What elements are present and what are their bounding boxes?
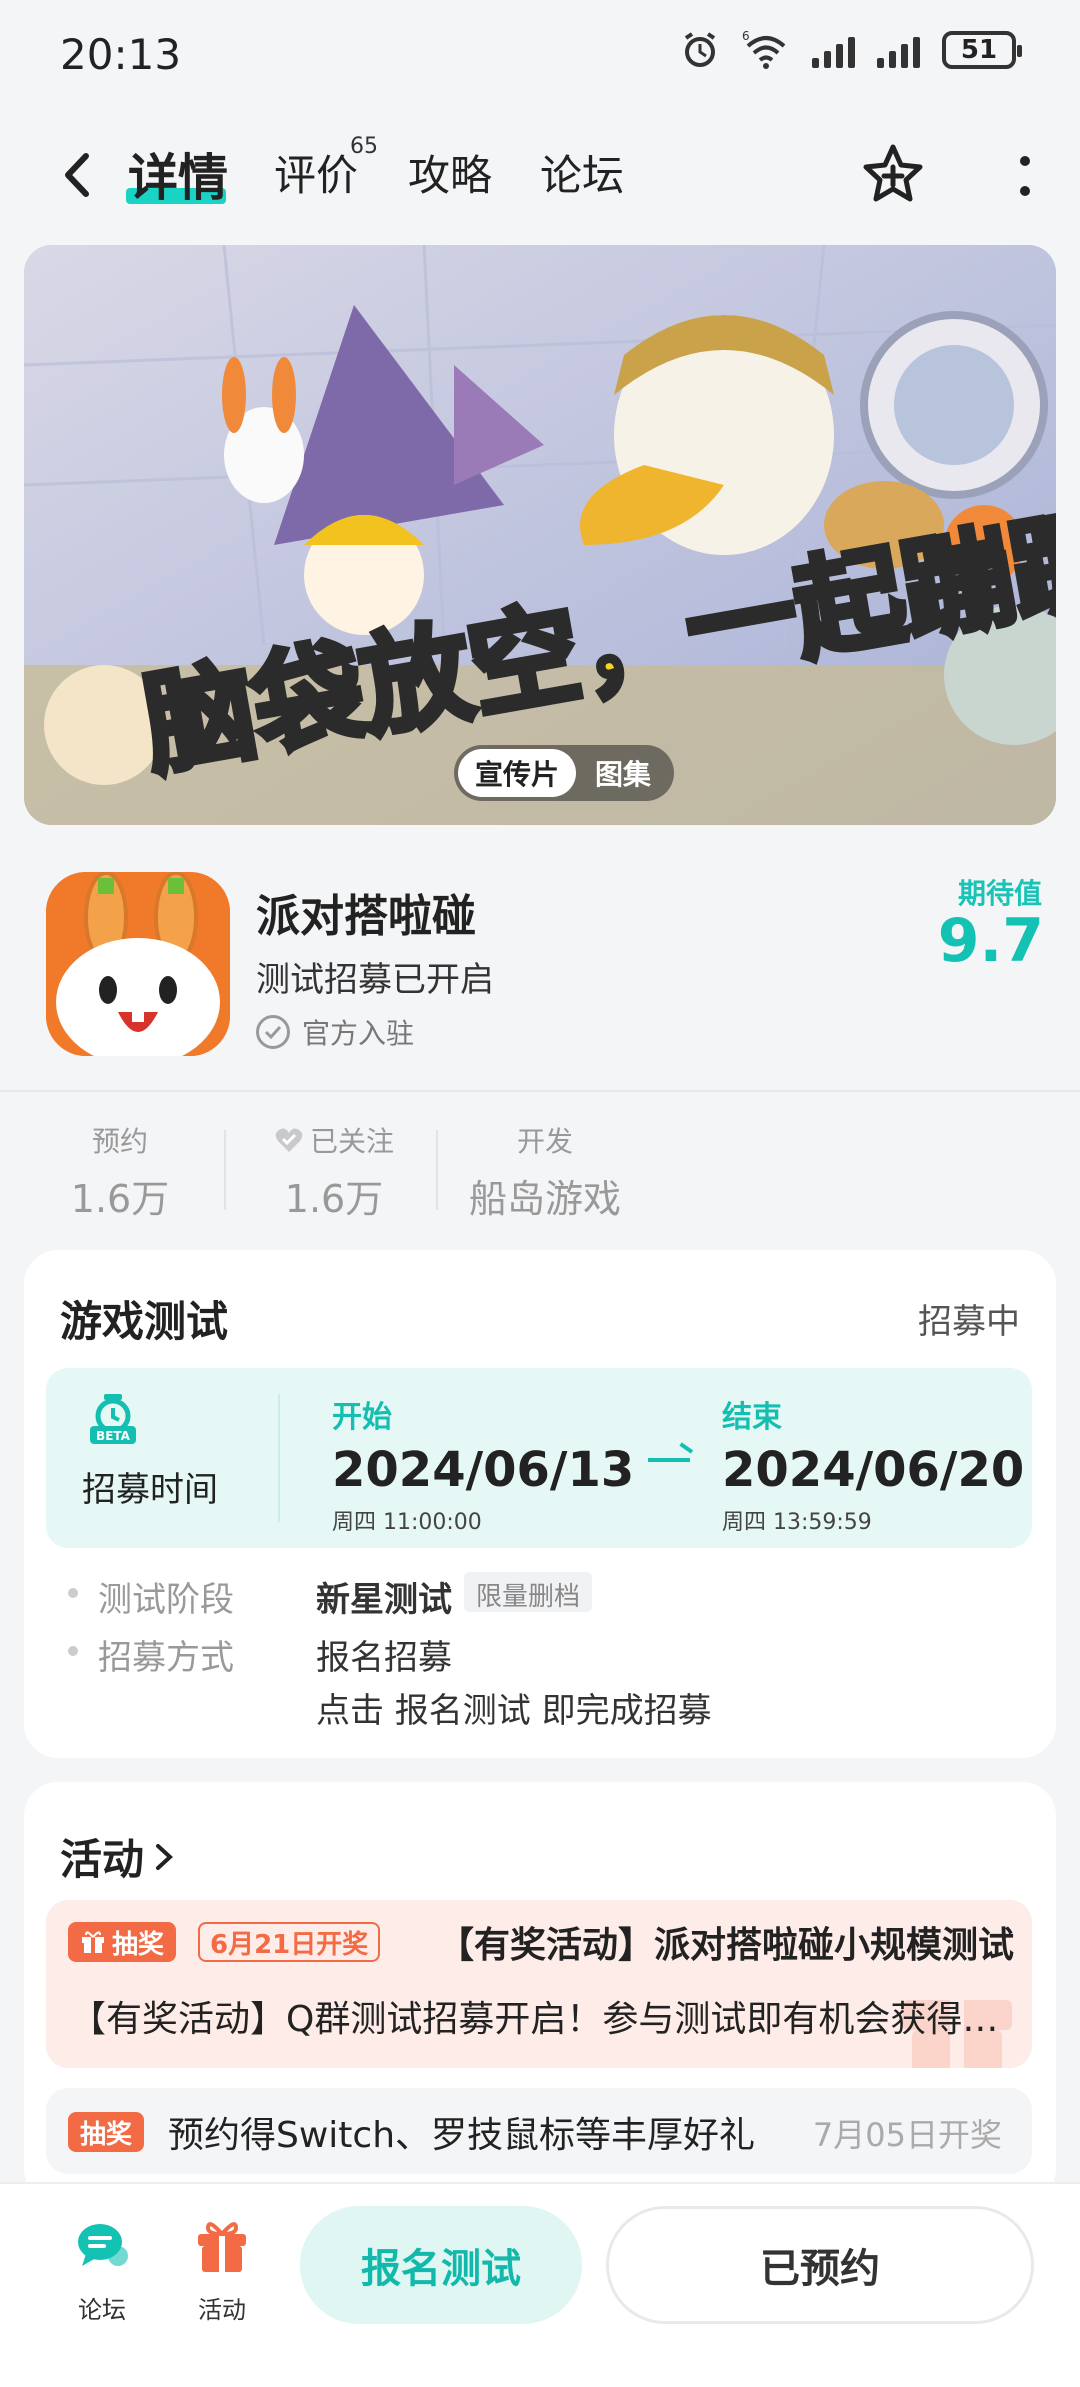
activity-headline: 【有奖活动】派对搭啦碰小规模测试 <box>438 1925 1015 1966</box>
arrow-icon <box>648 1458 690 1462</box>
game-stats: 预约 1.6万 已关注 1.6万 开发 船岛游戏 <box>0 1110 1080 1230</box>
activity-title: 活动 <box>60 1835 145 1884</box>
recruit-separator <box>278 1394 280 1522</box>
start-time: 周四 11:00:00 <box>332 1510 482 1535</box>
stat-separator <box>224 1130 226 1210</box>
stat-separator <box>436 1130 438 1210</box>
stat-developer[interactable]: 开发 船岛游戏 <box>460 1120 630 1223</box>
end-date-block: 结束 2024/06/20 周四 13:59:59 <box>722 1392 1024 1536</box>
recruit-status: 招募中 <box>918 1302 1020 1342</box>
test-stage-row: 测试阶段 新星测试 限量删档 <box>68 1572 593 1621</box>
chevron-right-icon <box>156 1843 173 1870</box>
game-subtitle: 测试招募已开启 <box>256 960 494 1000</box>
back-icon[interactable] <box>56 150 96 200</box>
end-label: 结束 <box>722 1400 782 1435</box>
game-test-card: 游戏测试 招募中 BETA 招募时间 开始 2024/06/13 周四 11:0… <box>24 1250 1056 1758</box>
game-info: 派对搭啦碰 测试招募已开启 官方入驻 期待值 9.7 <box>0 860 1080 1090</box>
stage-value: 新星测试 <box>316 1580 452 1620</box>
test-card-title: 游戏测试 <box>60 1297 229 1346</box>
activity-text: 预约得Switch、罗技鼠标等丰厚好礼 <box>168 2115 756 2156</box>
battery-indicator: 51 <box>942 31 1022 69</box>
chat-bubble-icon <box>78 2224 128 2266</box>
official-badge: 官方入驻 <box>256 1012 414 1052</box>
bunny-logo-icon <box>46 872 230 1056</box>
start-date: 2024/06/13 <box>332 1442 635 1498</box>
game-name: 派对搭啦碰 <box>256 891 476 942</box>
svg-text:BETA: BETA <box>96 1429 131 1443</box>
activity-card: 活动 抽奖 6月21日开奖 【有奖活动】派对搭啦碰小规模测试 【有奖活动】Q群测… <box>24 1782 1056 2202</box>
expect-score: 9.7 <box>937 906 1044 976</box>
follow-value: 1.6万 <box>284 1177 384 1221</box>
activity-item[interactable]: 抽奖 6月21日开奖 【有奖活动】派对搭啦碰小规模测试 【有奖活动】Q群测试招募… <box>46 1900 1032 2068</box>
section-divider <box>0 1090 1080 1092</box>
check-circle-icon <box>256 1015 290 1049</box>
forum-button[interactable]: 论坛 <box>52 2216 152 2325</box>
top-navigation: 详情 评价 65 攻略 论坛 <box>0 120 1080 230</box>
start-label: 开始 <box>332 1400 392 1435</box>
draw-date-tag: 6月21日开奖 <box>198 1922 381 1962</box>
status-bar: 20:13 6 51 <box>0 0 1080 110</box>
beta-clock-icon: BETA <box>90 1394 136 1444</box>
stage-label: 测试阶段 <box>98 1580 234 1620</box>
stage-tag: 限量删档 <box>464 1572 593 1612</box>
tab-guides[interactable]: 攻略 <box>408 142 492 203</box>
tab-forum[interactable]: 论坛 <box>540 142 624 203</box>
developer-label: 开发 <box>516 1125 573 1158</box>
lottery-tag: 抽奖 <box>68 2112 145 2152</box>
wifi-icon: 6 <box>742 30 786 69</box>
gift-icon <box>82 1931 104 1953</box>
lottery-tag: 抽奖 <box>68 1922 177 1962</box>
official-label: 官方入驻 <box>302 1017 415 1050</box>
star-add-icon[interactable] <box>861 142 925 206</box>
trailer-tab[interactable]: 宣传片 <box>458 749 576 797</box>
promo-banner[interactable]: 脑袋放空，一起蹦蹦！ 宣传片 图集 <box>24 245 1056 825</box>
method-note: 点击 报名测试 即完成招募 <box>316 1691 712 1731</box>
reserved-button[interactable]: 已预约 <box>606 2206 1034 2324</box>
method-value: 报名招募 <box>316 1638 452 1678</box>
game-app-icon <box>46 872 230 1056</box>
status-icons: 6 51 <box>680 30 1022 70</box>
signal-icon <box>812 32 855 68</box>
heart-check-icon <box>275 1128 303 1152</box>
signal-icon-2 <box>877 32 920 68</box>
review-count-badge: 65 <box>350 134 378 159</box>
status-time: 20:13 <box>60 30 182 79</box>
developer-value: 船岛游戏 <box>468 1177 621 1221</box>
activity-title-link[interactable]: 活动 <box>60 1826 176 1887</box>
more-options-icon[interactable] <box>1018 156 1032 196</box>
end-time: 周四 13:59:59 <box>722 1510 872 1535</box>
reserve-label: 预约 <box>91 1125 148 1158</box>
tab-reviews[interactable]: 评价 <box>274 142 358 203</box>
bottom-action-bar: 论坛 活动 报名测试 已预约 <box>0 2182 1080 2387</box>
alarm-icon <box>684 32 716 67</box>
tab-details[interactable]: 详情 <box>128 138 228 210</box>
gallery-tab[interactable]: 图集 <box>576 749 670 797</box>
method-label: 招募方式 <box>98 1638 234 1678</box>
stat-follow[interactable]: 已关注 1.6万 <box>264 1120 404 1223</box>
media-toggle: 宣传片 图集 <box>454 745 674 801</box>
reserve-value: 1.6万 <box>70 1177 170 1221</box>
activity-button[interactable]: 活动 <box>172 2216 272 2325</box>
stat-reserve: 预约 1.6万 <box>60 1120 180 1223</box>
activity-item[interactable]: 抽奖 预约得Switch、罗技鼠标等丰厚好礼 7月05日开奖 <box>46 2088 1032 2174</box>
svg-text:6: 6 <box>742 30 750 43</box>
start-date-block: 开始 2024/06/13 周四 11:00:00 <box>332 1392 634 1536</box>
signup-test-button[interactable]: 报名测试 <box>300 2206 582 2324</box>
recruit-time-box: BETA 招募时间 开始 2024/06/13 周四 11:00:00 结束 2… <box>46 1368 1032 1548</box>
banner-illustration: 脑袋放空，一起蹦蹦！ <box>24 245 1056 825</box>
activity-draw-date: 7月05日开奖 <box>812 2116 1002 2154</box>
follow-label: 已关注 <box>309 1125 394 1158</box>
recruit-time-label: 招募时间 <box>82 1470 218 1510</box>
activity-description: 【有奖活动】Q群测试招募开启！参与测试即有机会获得奖励 <box>70 1999 1010 2040</box>
gift-icon <box>198 2222 246 2272</box>
recruit-method-row: 招募方式 报名招募 点击 报名测试 即完成招募 <box>68 1630 712 1732</box>
end-date: 2024/06/20 <box>722 1442 1025 1498</box>
